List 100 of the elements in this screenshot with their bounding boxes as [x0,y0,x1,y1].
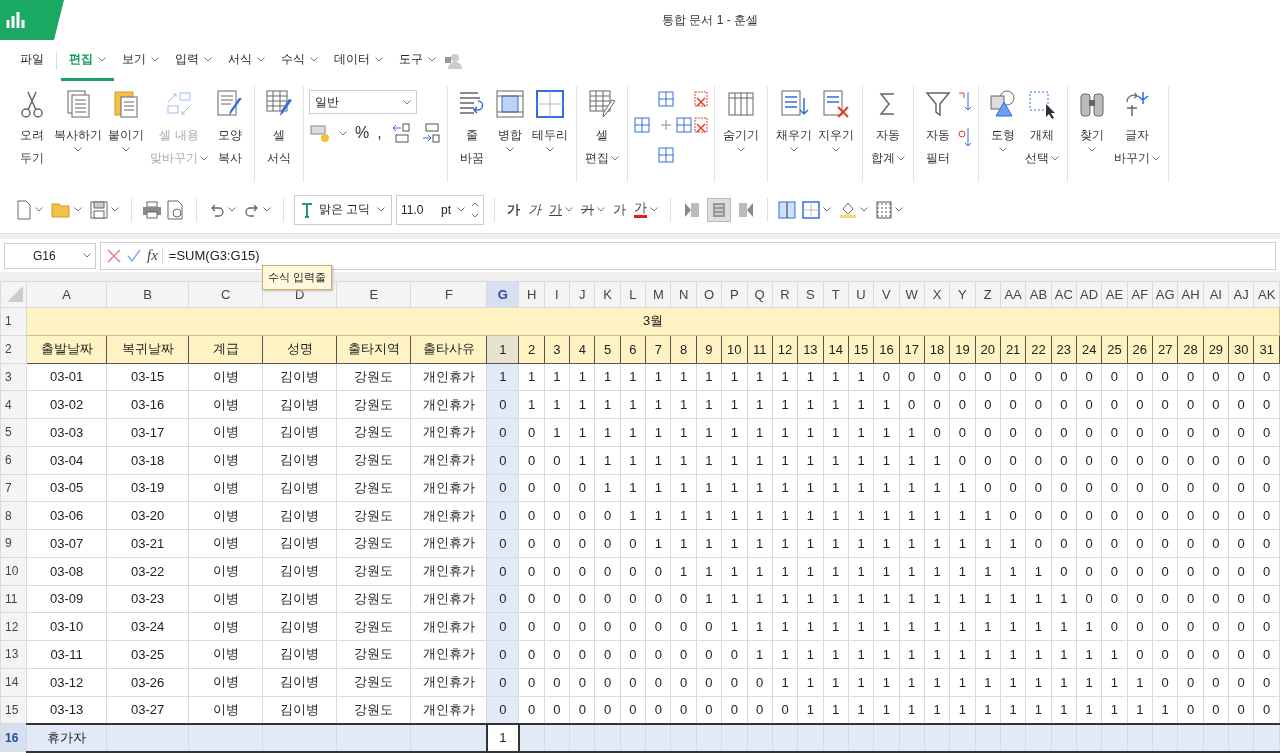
text-style-button[interactable]: 가 [632,199,660,220]
column-header[interactable]: L [620,281,646,308]
text-style-button[interactable]: 가 [579,198,607,221]
font-dropdown[interactable]: 맑은 고딕 [294,194,392,225]
ribbon-button[interactable]: 도형 [983,86,1022,154]
column-header[interactable]: AB [1025,281,1052,308]
menu-tab[interactable]: 입력 [167,41,220,81]
number-format-dropdown[interactable]: 일반 [309,90,417,114]
table-cell[interactable]: 1 [486,723,519,752]
row-header[interactable]: 10 [0,557,27,585]
column-header[interactable]: V [873,281,900,308]
row-header[interactable]: 6 [0,446,27,474]
column-header[interactable]: AC [1051,281,1077,308]
menu-tab[interactable]: 서식 [220,41,273,81]
ribbon-button[interactable]: 개체 선택 [1021,86,1062,172]
row-header[interactable]: 5 [0,418,27,447]
menu-tab[interactable]: 보기 [114,41,167,81]
menu-tab[interactable]: 편집 [61,41,114,81]
text-style-button[interactable]: 가 [505,198,522,221]
column-header[interactable]: F [410,281,487,308]
column-header[interactable]: O [696,281,722,308]
row-header[interactable]: 1 [0,307,27,336]
column-header[interactable]: Z [975,281,1001,308]
new-document-button[interactable] [14,197,45,222]
column-header[interactable]: T [823,281,849,308]
column-header[interactable]: AD [1076,281,1102,308]
row-header[interactable]: 11 [0,585,27,613]
row-header[interactable]: 4 [0,390,27,419]
column-header[interactable]: Y [949,281,976,308]
ribbon-button[interactable]: 복사하기 [51,86,105,154]
ribbon-button[interactable]: 글자 바꾸기 [1110,86,1163,172]
ribbon-button[interactable]: 자동 합계 [867,86,908,172]
row-header[interactable]: 14 [0,668,27,696]
column-header[interactable]: I [544,281,570,308]
column-header[interactable]: M [645,281,671,308]
text-style-button[interactable]: 가 [526,198,543,221]
border-button[interactable] [800,198,833,221]
ribbon-button[interactable]: 테두리 [528,86,571,154]
column-header[interactable]: A [26,281,107,308]
align-center-button[interactable] [707,197,731,222]
ribbon-button[interactable]: 채우기 [772,86,815,154]
ribbon-button[interactable]: 줄 바꿈 [452,86,491,172]
format-symbol[interactable]: % [355,124,370,142]
column-header[interactable]: AH [1177,281,1204,308]
column-header[interactable]: U [848,281,874,308]
menu-tab[interactable]: 파일 [12,41,52,81]
row-header[interactable]: 3 [0,363,27,391]
column-header[interactable]: W [899,281,925,308]
column-header[interactable]: G [486,281,519,308]
text-style-button[interactable]: 가 [547,198,575,221]
row-header[interactable]: 16 [0,723,27,752]
column-header[interactable]: AG [1152,281,1178,308]
row-header[interactable]: 9 [0,529,27,558]
menu-tab[interactable]: 수식 [273,41,326,81]
formula-input[interactable]: fx =SUM(G3:G15) [100,241,1276,270]
column-header[interactable]: Q [747,281,773,308]
ribbon-button[interactable]: 오려 두기 [13,86,51,172]
menu-tab[interactable]: 도구 [391,41,444,81]
column-header[interactable]: H [518,281,545,308]
table-cell: 1 [823,640,849,669]
font-size-field[interactable]: 11.0 pt [396,194,484,225]
pattern-button[interactable] [874,198,905,221]
ribbon-button[interactable]: 지우기 [814,86,857,154]
row-header[interactable]: 13 [0,640,27,669]
table-cell: 0 [1177,529,1204,558]
ribbon-button[interactable]: 찾기 [1072,86,1111,154]
column-header[interactable]: P [721,281,747,308]
column-header[interactable]: J [569,281,595,308]
ribbon-button[interactable]: 자동 필터 [918,86,957,172]
row-header[interactable]: 15 [0,696,27,724]
ribbon-button[interactable]: 셀 편집 [581,86,622,172]
column-header[interactable]: AF [1127,281,1153,308]
save-button[interactable] [88,198,121,221]
column-header[interactable]: C [188,281,263,308]
ribbon-button[interactable]: 붙이기 [105,86,147,154]
column-header[interactable]: AI [1203,281,1229,308]
name-box[interactable]: G16 [4,242,96,269]
column-header[interactable]: K [594,281,621,308]
format-symbol[interactable]: , [377,124,382,142]
column-header[interactable]: N [670,281,697,308]
column-header[interactable]: AK [1253,281,1280,308]
column-header[interactable]: E [336,281,411,308]
row-header[interactable]: 2 [0,335,27,363]
column-header[interactable]: R [772,281,798,308]
row-header[interactable]: 12 [0,612,27,641]
column-header[interactable]: AJ [1228,281,1254,308]
ribbon-button[interactable]: 숨기기 [719,86,762,154]
column-header[interactable]: B [106,281,189,308]
row-header[interactable]: 8 [0,501,27,530]
row-header[interactable]: 7 [0,474,27,502]
column-header[interactable]: AA [1000,281,1026,308]
text-style-button[interactable]: 가 [611,198,628,221]
ribbon-button[interactable]: 셀 서식 [260,86,298,172]
column-header[interactable]: AE [1101,281,1128,308]
column-header[interactable]: S [797,281,824,308]
column-header[interactable]: X [924,281,950,308]
menu-tab[interactable]: 데이터 [326,41,391,81]
table-cell: 0 [620,640,646,669]
ribbon-button[interactable]: 병합 [490,86,529,154]
ribbon-button[interactable]: 모양 복사 [211,86,249,172]
